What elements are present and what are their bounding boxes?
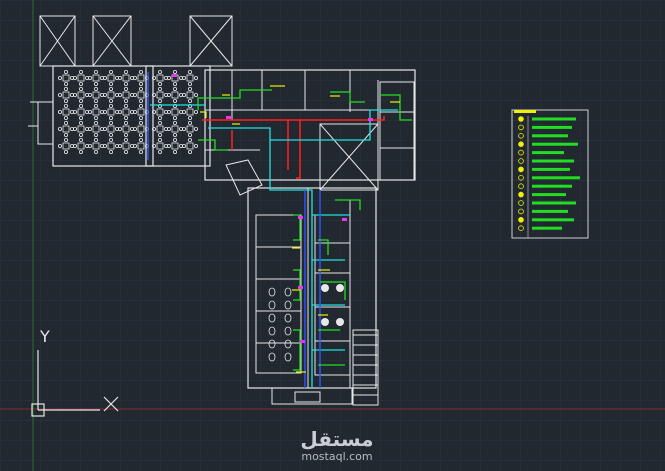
watermark: مستقل mostaql.com [292, 428, 382, 463]
drawing-canvas[interactable] [0, 0, 665, 471]
ucs-y-label: Y [40, 327, 50, 346]
round-table [321, 318, 329, 326]
round-table [336, 284, 344, 292]
round-table [336, 318, 344, 326]
watermark-arabic: مستقل [300, 427, 374, 451]
watermark-latin: mostaql.com [301, 450, 373, 463]
grid-background [0, 0, 665, 471]
round-table [321, 284, 329, 292]
